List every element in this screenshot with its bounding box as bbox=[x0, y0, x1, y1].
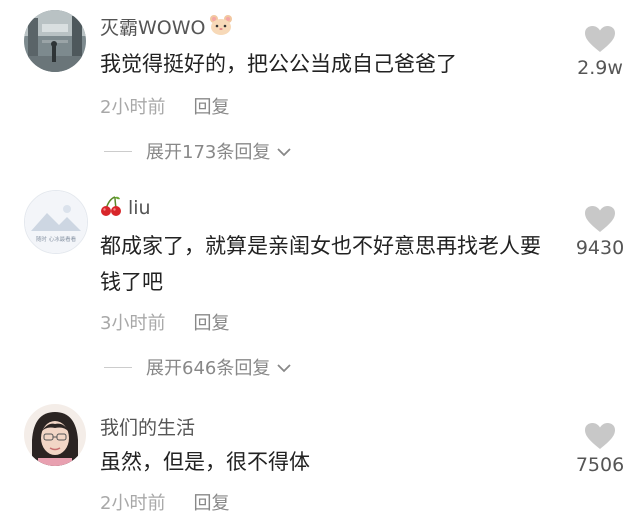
comment-text: 都成家了，就算是亲闺女也不好意思再找老人要钱了吧 bbox=[100, 234, 541, 294]
comment-text: 我觉得挺好的，把公公当成自己爸爸了 bbox=[100, 52, 457, 76]
username-text: liu bbox=[128, 197, 151, 219]
like-button[interactable]: 7506 bbox=[564, 422, 636, 476]
reply-button[interactable]: 回复 bbox=[193, 313, 229, 334]
expand-replies-label: 展开173条回复 bbox=[146, 142, 271, 163]
like-count: 7506 bbox=[575, 454, 625, 476]
avatar[interactable] bbox=[24, 10, 86, 72]
avatar[interactable] bbox=[24, 404, 86, 466]
expand-replies-button[interactable]: 展开173条回复 bbox=[104, 138, 292, 164]
avatar-caption: 随时 心冰最看看 bbox=[36, 235, 77, 243]
like-button[interactable]: 2.9w bbox=[564, 25, 636, 79]
heart-icon bbox=[564, 205, 636, 233]
avatar[interactable]: 随时 心冰最看看 bbox=[24, 190, 88, 254]
divider bbox=[104, 366, 132, 368]
comment-text: 虽然，但是，很不得体 bbox=[100, 450, 310, 474]
comment-meta: 2小时前 回复 bbox=[100, 489, 229, 515]
username-text: 灭霸WOWO bbox=[100, 17, 206, 39]
timestamp: 3小时前 bbox=[100, 313, 166, 334]
username[interactable]: 灭霸WOWO bbox=[100, 13, 233, 41]
like-count: 2.9w bbox=[577, 57, 623, 79]
hamster-emoji-icon bbox=[209, 14, 233, 41]
comment-meta: 2小时前 回复 bbox=[100, 93, 229, 119]
heart-icon bbox=[564, 25, 636, 53]
divider bbox=[104, 150, 132, 152]
expand-replies-button[interactable]: 展开646条回复 bbox=[104, 354, 292, 380]
chevron-down-icon bbox=[276, 141, 292, 162]
expand-replies-label: 展开646条回复 bbox=[146, 358, 271, 379]
username[interactable]: liu bbox=[100, 195, 151, 222]
username[interactable]: 我们的生活 bbox=[100, 413, 195, 440]
chevron-down-icon bbox=[276, 357, 292, 378]
timestamp: 2小时前 bbox=[100, 493, 166, 514]
reply-button[interactable]: 回复 bbox=[193, 97, 229, 118]
timestamp: 2小时前 bbox=[100, 97, 166, 118]
comment-meta: 3小时前 回复 bbox=[100, 309, 229, 335]
like-button[interactable]: 9430 bbox=[564, 205, 636, 259]
reply-button[interactable]: 回复 bbox=[193, 493, 229, 514]
cherry-emoji-icon bbox=[100, 195, 122, 222]
like-count: 9430 bbox=[575, 237, 625, 259]
heart-icon bbox=[564, 422, 636, 450]
